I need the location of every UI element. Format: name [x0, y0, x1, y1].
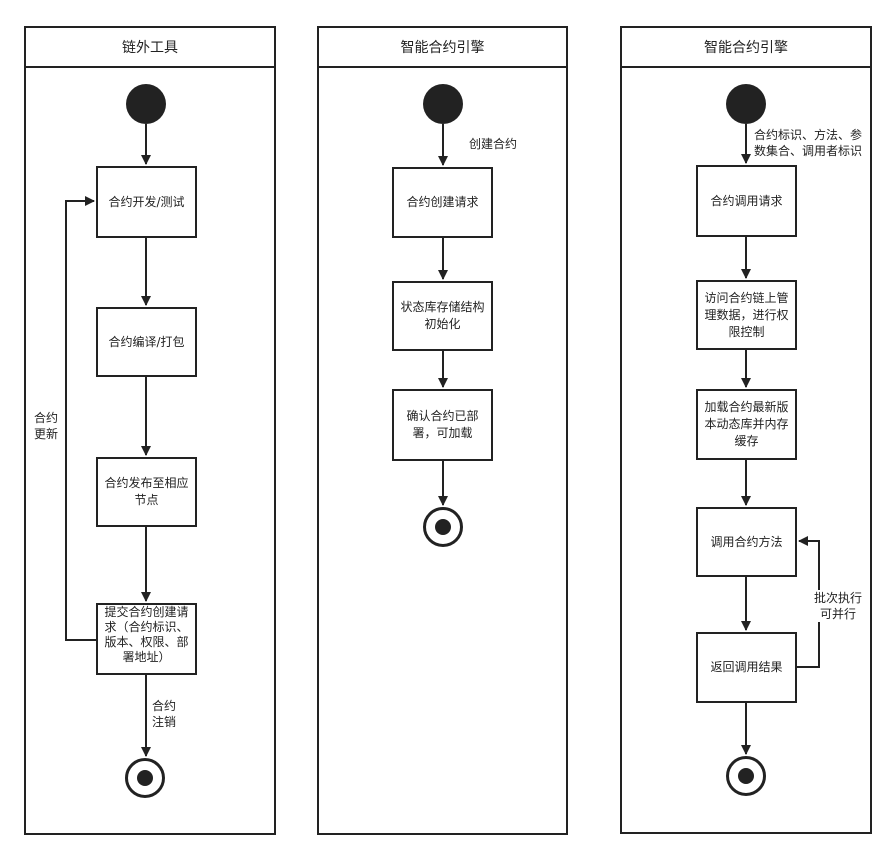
lane-title: 智能合约引擎: [319, 28, 566, 68]
action-submit-create-request: 提交合约创建请求（合约标识、版本、权限、部署地址）: [96, 603, 197, 675]
action-confirm-deployed: 确认合约已部署，可加载: [392, 389, 493, 461]
action-publish-to-nodes: 合约发布至相应节点: [96, 457, 197, 527]
start-node: [726, 84, 766, 124]
swimlane-offchain-tools: 链外工具: [24, 26, 276, 835]
lane-title: 智能合约引擎: [622, 28, 870, 68]
action-load-library: 加载合约最新版本动态库并内存缓存: [696, 389, 797, 460]
lane-title: 链外工具: [26, 28, 274, 68]
edge-label-cancel: 合约 注销: [152, 699, 177, 729]
end-node: [423, 507, 463, 547]
action-compile-package: 合约编译/打包: [96, 307, 197, 377]
edge-label-params: 合约标识、方法、参数集合、调用者标识: [754, 128, 863, 158]
edge-label-batch: 批次执行 可并行: [814, 590, 863, 622]
edge-label-create: 创建合约: [469, 136, 518, 152]
start-node: [126, 84, 166, 124]
action-call-method: 调用合约方法: [696, 507, 797, 577]
end-node: [125, 758, 165, 798]
action-create-request: 合约创建请求: [392, 167, 493, 238]
end-node: [726, 756, 766, 796]
action-return-result: 返回调用结果: [696, 632, 797, 703]
action-access-control: 访问合约链上管理数据，进行权限控制: [696, 280, 797, 350]
edge-label-update: 合约 更新: [34, 410, 59, 442]
action-develop-test: 合约开发/测试: [96, 166, 197, 238]
action-state-store-init: 状态库存储结构初始化: [392, 281, 493, 351]
start-node: [423, 84, 463, 124]
action-invoke-request: 合约调用请求: [696, 165, 797, 237]
